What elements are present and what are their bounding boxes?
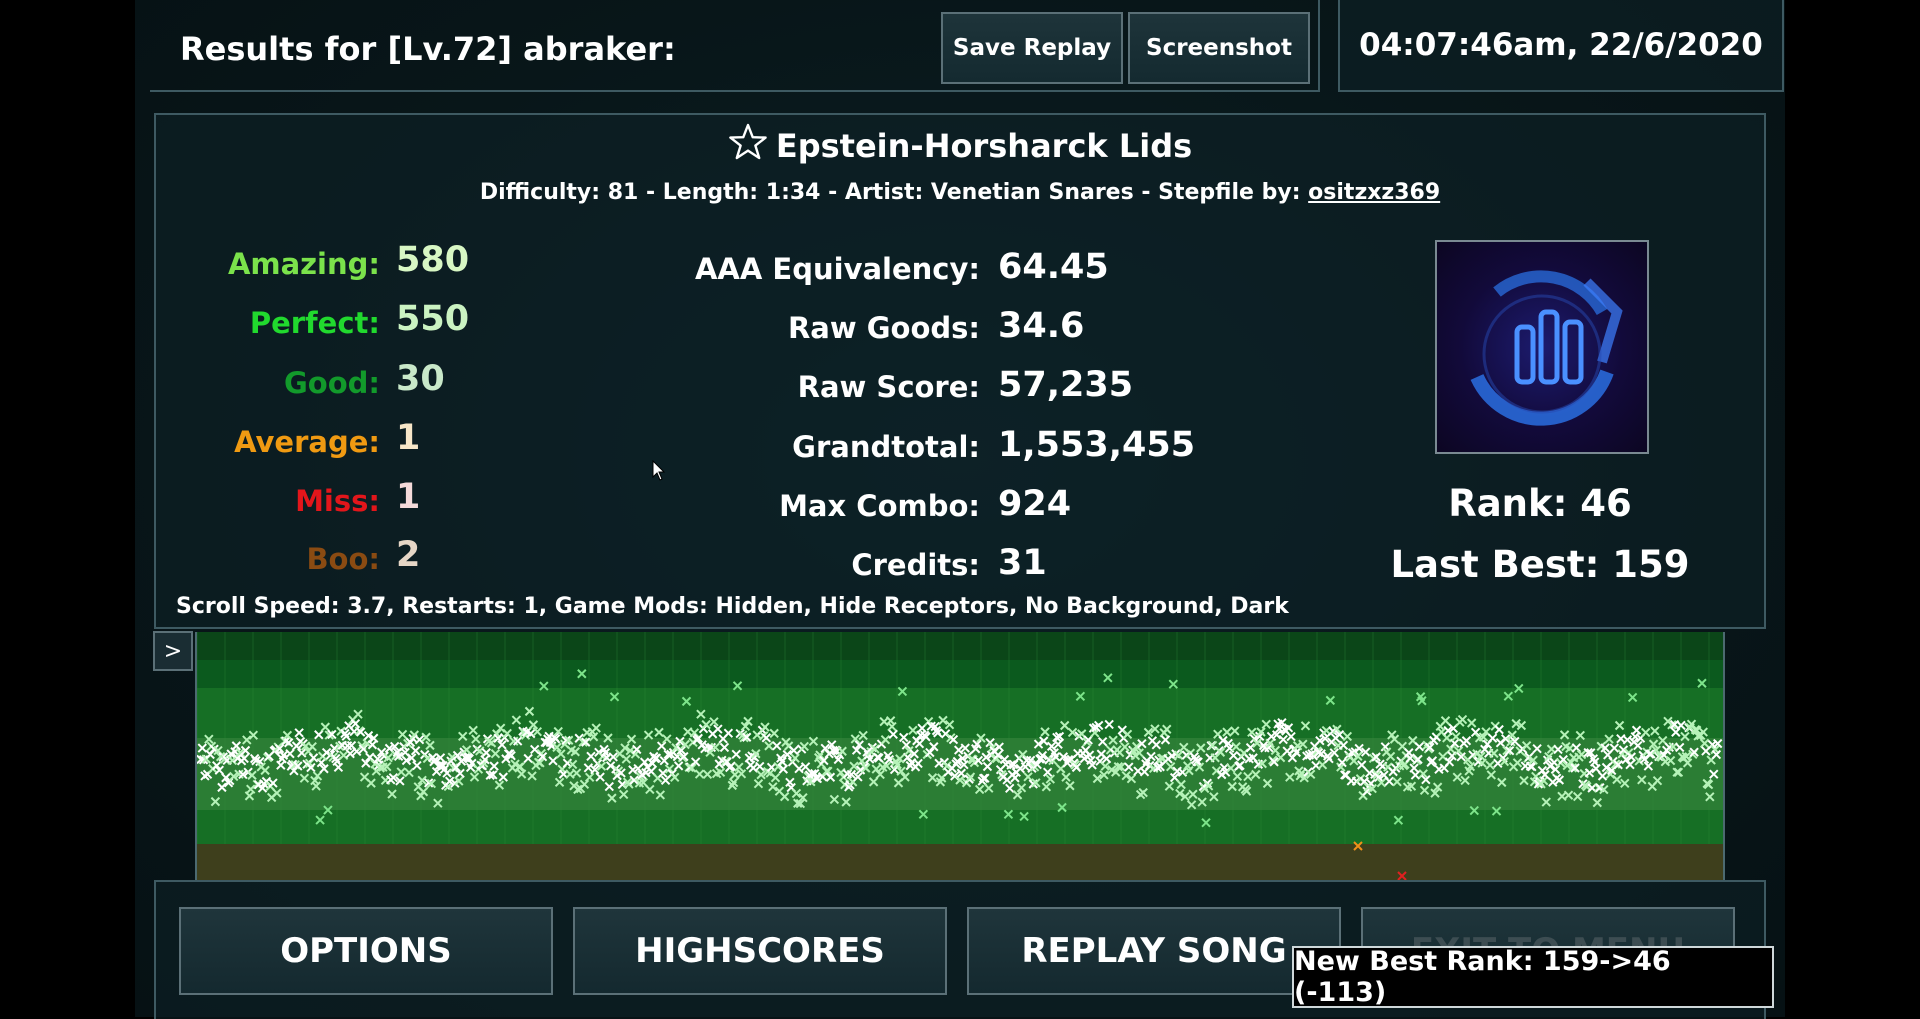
judgement-value: 30 xyxy=(396,359,445,399)
stat-value: 1,553,455 xyxy=(998,425,1196,465)
stat-label: Credits: xyxy=(851,548,980,582)
stat-value: 34.6 xyxy=(998,306,1085,346)
rank: Rank: 46 xyxy=(1448,482,1632,525)
judgement-label: Amazing: xyxy=(227,247,380,281)
favorite-star-icon[interactable] xyxy=(728,123,768,169)
song-banner-image xyxy=(1435,240,1649,454)
highscores-button[interactable]: HIGHSCORES xyxy=(573,907,947,995)
stat-label: Grandtotal: xyxy=(792,430,980,464)
stat-label: Raw Score: xyxy=(797,370,980,404)
judgement-label: Average: xyxy=(234,425,380,459)
new-best-rank-toast: New Best Rank: 159->46 (-113) xyxy=(1292,946,1774,1008)
judgement-label: Miss: xyxy=(295,484,380,518)
stat-value: 924 xyxy=(998,484,1072,524)
judgement-value: 580 xyxy=(396,240,470,280)
timing-graph xyxy=(195,632,1725,880)
last-best: Last Best: 159 xyxy=(1390,543,1690,586)
options-button[interactable]: OPTIONS xyxy=(179,907,553,995)
judgement-value: 1 xyxy=(396,418,421,458)
datetime: 04:07:46am, 22/6/2020 xyxy=(1338,0,1784,92)
stat-label: Max Combo: xyxy=(779,489,980,523)
stat-label: Raw Goods: xyxy=(787,311,980,345)
judgement-value: 2 xyxy=(396,535,421,575)
song-title: Epstein-Horsharck Lids xyxy=(775,127,1193,165)
save-replay-button[interactable]: Save Replay xyxy=(941,12,1123,84)
judgement-label: Good: xyxy=(283,366,380,400)
stat-label: AAA Equivalency: xyxy=(694,252,980,286)
song-info-text: Difficulty: 81 - Length: 1:34 - Artist: … xyxy=(479,180,1301,205)
screenshot-button[interactable]: Screenshot xyxy=(1128,12,1310,84)
song-title-row: Epstein-Horsharck Lids xyxy=(0,123,1920,169)
replay-song-button[interactable]: REPLAY SONG xyxy=(967,907,1341,995)
judgement-label: Perfect: xyxy=(249,306,380,340)
mouse-cursor-icon xyxy=(652,459,666,486)
stepfile-author-link[interactable]: ositzxz369 xyxy=(1308,180,1440,205)
stat-value: 64.45 xyxy=(998,247,1109,287)
stat-value: 57,235 xyxy=(998,365,1134,405)
results-title: Results for [Lv.72] abraker: xyxy=(180,30,676,68)
mods-line: Scroll Speed: 3.7, Restarts: 1, Game Mod… xyxy=(176,594,1289,619)
graph-toggle-button[interactable]: > xyxy=(153,631,193,671)
judgement-label: Boo: xyxy=(306,542,380,576)
stat-value: 31 xyxy=(998,543,1047,583)
song-info: Difficulty: 81 - Length: 1:34 - Artist: … xyxy=(0,180,1920,205)
judgement-value: 550 xyxy=(396,299,470,339)
judgement-value: 1 xyxy=(396,477,421,517)
